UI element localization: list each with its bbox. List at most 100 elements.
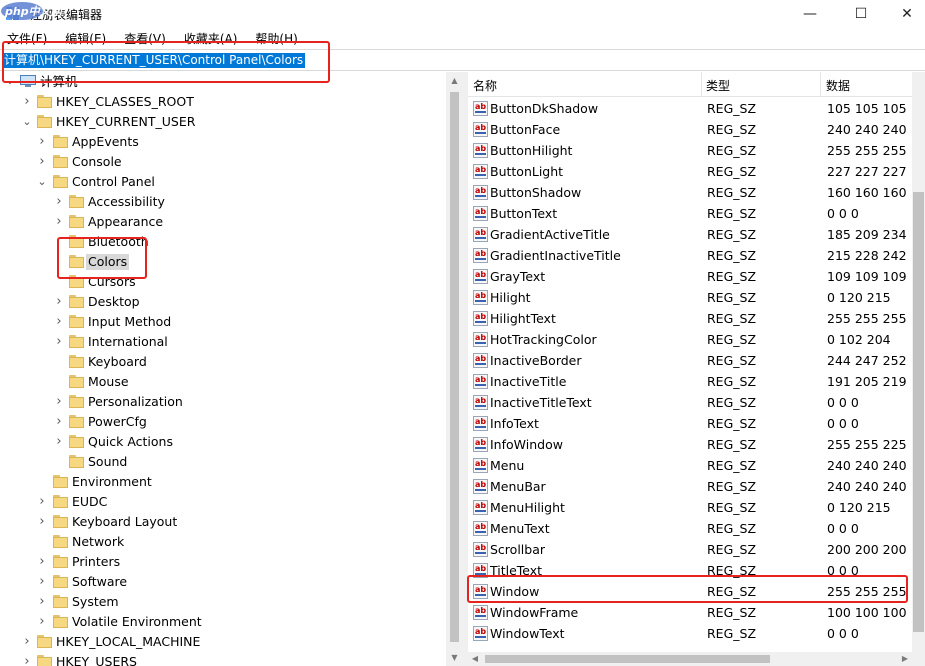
tree-item[interactable]: › Personalization (0, 392, 446, 412)
tree-item[interactable]: › International (0, 332, 446, 352)
tree-item-label[interactable]: Mouse (86, 374, 131, 390)
list-row[interactable]: ab MenuHilight REG_SZ 0 120 215 (468, 497, 912, 518)
menu-item[interactable]: 文件(F) (4, 28, 54, 48)
tree-item[interactable]: › Input Method (0, 312, 446, 332)
list-row[interactable]: ab Window REG_SZ 255 255 255 (468, 581, 912, 602)
list-row[interactable]: ab ButtonFace REG_SZ 240 240 240 (468, 119, 912, 140)
list-row[interactable]: ab MenuBar REG_SZ 240 240 240 (468, 476, 912, 497)
tree-item-label[interactable]: Keyboard Layout (70, 514, 179, 530)
chevron-right-icon[interactable]: › (37, 495, 47, 508)
list-row[interactable]: ab HilightText REG_SZ 255 255 255 (468, 308, 912, 329)
address-bar[interactable]: 计算机\HKEY_CURRENT_USER\Control Panel\Colo… (0, 49, 925, 71)
close-button[interactable]: ✕ (884, 0, 925, 28)
list-row[interactable]: ab GradientInactiveTitle REG_SZ 215 228 242 (468, 245, 912, 266)
tree-item[interactable]: › EUDC (0, 492, 446, 512)
tree-item-label[interactable]: Quick Actions (86, 434, 175, 450)
list-row[interactable]: ab GrayText REG_SZ 109 109 109 (468, 266, 912, 287)
tree-item-label[interactable]: Network (70, 534, 126, 550)
tree-item[interactable]: Keyboard (0, 352, 446, 372)
tree-item[interactable]: › Accessibility (0, 192, 446, 212)
menu-item[interactable]: 帮助(H) (252, 28, 304, 48)
list-row[interactable]: ab ButtonText REG_SZ 0 0 0 (468, 203, 912, 224)
minimize-button[interactable]: — (787, 0, 833, 28)
tree-item-label[interactable]: HKEY_CURRENT_USER (54, 114, 197, 130)
list-row[interactable]: ab MenuText REG_SZ 0 0 0 (468, 518, 912, 539)
tree-item[interactable]: › Console (0, 152, 446, 172)
tree-scrollbar-thumb[interactable] (450, 92, 459, 642)
tree-item-label[interactable]: AppEvents (70, 134, 141, 150)
tree-item-label[interactable]: PowerCfg (86, 414, 149, 430)
list-row[interactable]: ab ButtonDkShadow REG_SZ 105 105 105 (468, 98, 912, 119)
scroll-up-arrow-icon[interactable]: ▲ (446, 72, 463, 89)
maximize-button[interactable]: ☐ (838, 0, 884, 28)
tree-item-label[interactable]: Printers (70, 554, 122, 570)
chevron-right-icon[interactable]: › (37, 135, 47, 148)
tree-item[interactable]: Colors (0, 252, 446, 272)
tree-item-label[interactable]: Input Method (86, 314, 173, 330)
tree-item-label[interactable]: Bluetooth (86, 234, 151, 250)
list-row[interactable]: ab ButtonShadow REG_SZ 160 160 160 (468, 182, 912, 203)
tree-item[interactable]: › PowerCfg (0, 412, 446, 432)
chevron-right-icon[interactable]: › (37, 515, 47, 528)
list-scrollbar-thumb[interactable] (913, 192, 924, 632)
tree-item[interactable]: Cursors (0, 272, 446, 292)
tree-item[interactable]: › Volatile Environment (0, 612, 446, 632)
chevron-right-icon[interactable]: › (54, 315, 64, 328)
chevron-right-icon[interactable]: › (37, 615, 47, 628)
chevron-right-icon[interactable]: › (37, 555, 47, 568)
chevron-right-icon[interactable]: › (54, 335, 64, 348)
list-row[interactable]: ab Hilight REG_SZ 0 120 215 (468, 287, 912, 308)
tree-item-label[interactable]: Software (70, 574, 129, 590)
list-row[interactable]: ab WindowFrame REG_SZ 100 100 100 (468, 602, 912, 623)
list-row[interactable]: ab WindowText REG_SZ 0 0 0 (468, 623, 912, 644)
scroll-right-arrow-icon[interactable]: ▶ (898, 652, 912, 666)
key-tree[interactable]: ⌄ 计算机 › HKEY_CLASSES_ROOT ⌄ HKEY_CURRENT_US… (0, 72, 462, 666)
tree-item-label[interactable]: EUDC (70, 494, 109, 510)
value-list[interactable]: 名称 类型 数据 ab ButtonDkShadow REG_SZ 105 105 1… (468, 72, 912, 666)
chevron-right-icon[interactable]: › (37, 595, 47, 608)
tree-item[interactable]: › Software (0, 572, 446, 592)
tree-item-label[interactable]: HKEY_LOCAL_MACHINE (54, 634, 202, 650)
column-header-name[interactable]: 名称 (468, 77, 497, 94)
chevron-right-icon[interactable]: › (22, 635, 32, 648)
list-scrollbar[interactable] (912, 72, 925, 666)
list-row[interactable]: ab ButtonLight REG_SZ 227 227 227 (468, 161, 912, 182)
chevron-down-icon[interactable]: ⌄ (5, 77, 15, 87)
list-row[interactable]: ab InfoText REG_SZ 0 0 0 (468, 413, 912, 434)
chevron-down-icon[interactable]: ⌄ (22, 116, 32, 127)
list-row[interactable]: ab Scrollbar REG_SZ 200 200 200 (468, 539, 912, 560)
tree-item-label[interactable]: Volatile Environment (70, 614, 204, 630)
chevron-right-icon[interactable]: › (54, 395, 64, 408)
tree-item-label[interactable]: Appearance (86, 214, 165, 230)
list-row[interactable]: ab GradientActiveTitle REG_SZ 185 209 234 (468, 224, 912, 245)
column-header-type[interactable]: 类型 (701, 77, 730, 94)
tree-item-label[interactable]: Console (70, 154, 124, 170)
menu-item[interactable]: 查看(V) (121, 28, 173, 48)
tree-item[interactable]: › HKEY_CLASSES_ROOT (0, 92, 446, 112)
tree-item-label[interactable]: Environment (70, 474, 154, 490)
list-row[interactable]: ab InfoWindow REG_SZ 255 255 225 (468, 434, 912, 455)
tree-item-label[interactable]: Control Panel (70, 174, 157, 190)
chevron-right-icon[interactable]: › (22, 655, 32, 666)
tree-item-label[interactable]: Desktop (86, 294, 142, 310)
tree-item[interactable]: Sound (0, 452, 446, 472)
tree-item-label[interactable]: Personalization (86, 394, 185, 410)
chevron-right-icon[interactable]: › (54, 295, 64, 308)
tree-item[interactable]: Bluetooth (0, 232, 446, 252)
tree-item[interactable]: › Appearance (0, 212, 446, 232)
chevron-right-icon[interactable]: › (37, 155, 47, 168)
tree-item[interactable]: › HKEY_USERS (0, 652, 446, 666)
tree-item[interactable]: › Printers (0, 552, 446, 572)
tree-item[interactable]: Environment (0, 472, 446, 492)
chevron-right-icon[interactable]: › (54, 195, 64, 208)
tree-item-label[interactable]: International (86, 334, 170, 350)
tree-item[interactable]: › System (0, 592, 446, 612)
tree-item[interactable]: Network (0, 532, 446, 552)
tree-item[interactable]: ⌄ Control Panel (0, 172, 446, 192)
tree-item-label[interactable]: System (70, 594, 121, 610)
tree-root-label[interactable]: 计算机 (38, 74, 80, 90)
tree-item-label[interactable]: Colors (86, 254, 130, 270)
chevron-right-icon[interactable]: › (22, 95, 32, 108)
tree-root[interactable]: ⌄ 计算机 (0, 72, 446, 92)
tree-item-label[interactable]: Sound (86, 454, 129, 470)
